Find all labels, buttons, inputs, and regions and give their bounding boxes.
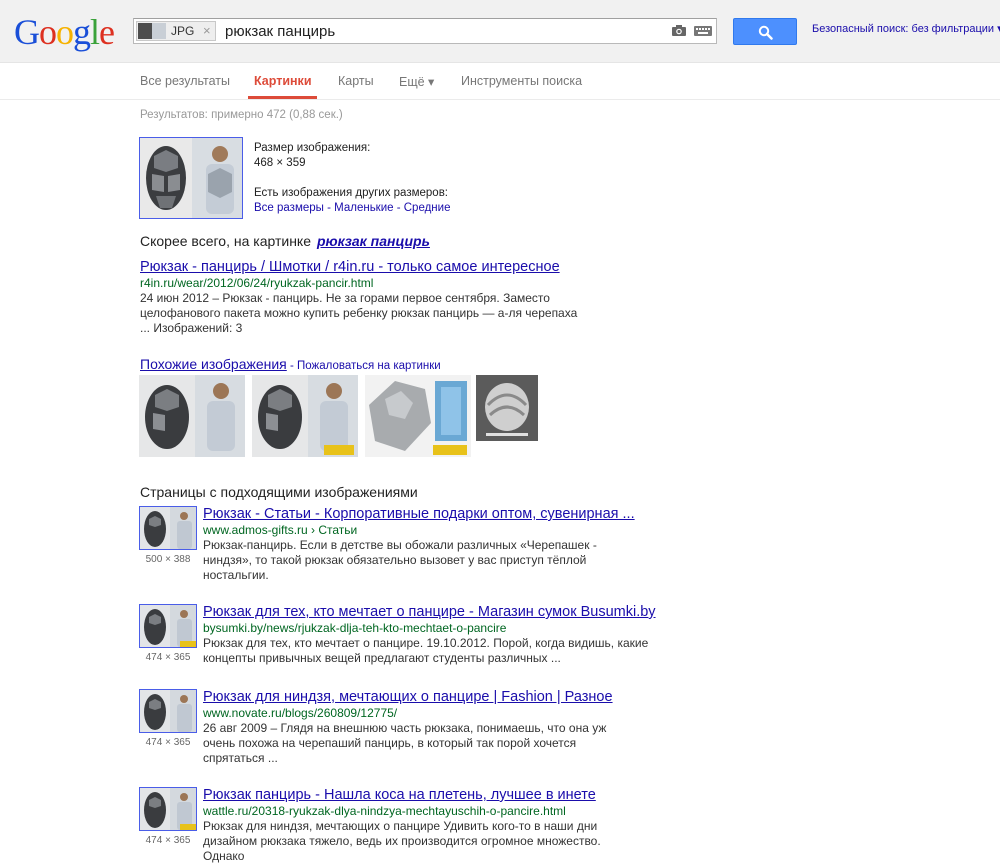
thumbnail-dimensions: 474 × 365 bbox=[145, 652, 191, 663]
safe-search-dropdown[interactable]: Безопасный поиск: без фильтрации ▾ bbox=[812, 22, 1000, 35]
page-result-thumbnail[interactable] bbox=[139, 787, 197, 831]
page-result-title[interactable]: Рюкзак для тех, кто мечтает о панцире - … bbox=[203, 604, 663, 620]
logo-letter: l bbox=[90, 12, 100, 52]
image-info: Размер изображения: 468 × 359 Есть изобр… bbox=[254, 141, 450, 216]
best-guess-label: Скорее всего, на картинке bbox=[140, 233, 311, 249]
logo-letter: o bbox=[39, 12, 57, 52]
similar-images-link[interactable]: Похожие изображения bbox=[140, 356, 287, 372]
report-images-link[interactable]: Пожаловаться на картинки bbox=[297, 360, 441, 372]
size-links[interactable]: Все размеры - Маленькие - Средние bbox=[254, 201, 450, 216]
query-image-thumbnail bbox=[138, 23, 166, 39]
result-snippet: целофанового пакета можно купить ребенку… bbox=[140, 306, 578, 320]
chip-close-icon[interactable]: × bbox=[203, 23, 211, 38]
result-url: r4in.ru/wear/2012/06/24/ryukzak-pancir.h… bbox=[140, 276, 374, 290]
best-guess: Скорее всего, на картинке рюкзак панцирь bbox=[140, 233, 430, 249]
keyboard-icon[interactable] bbox=[694, 26, 712, 36]
tab-more[interactable]: Ещё ▾ bbox=[399, 74, 434, 89]
search-result: Рюкзак - панцирь / Шмотки / r4in.ru - то… bbox=[140, 259, 610, 336]
image-size-value: 468 × 359 bbox=[254, 157, 306, 169]
search-input[interactable]: рюкзак панцирь bbox=[225, 23, 335, 40]
search-tabs: Все результаты Картинки Карты Ещё ▾ Инст… bbox=[0, 62, 1000, 100]
search-icon bbox=[758, 25, 773, 40]
page-result-snippet: спрятаться ... bbox=[203, 751, 278, 765]
similar-image[interactable] bbox=[476, 375, 538, 441]
page-result-title[interactable]: Рюкзак панцирь - Нашла коса на плетень, … bbox=[203, 787, 663, 803]
logo-letter: e bbox=[99, 12, 115, 52]
header-bar: Google JPG × рюкзак панцирь Безопасный п… bbox=[0, 0, 1000, 63]
result-snippet: ... Изображений: 3 bbox=[140, 321, 243, 335]
page-result-snippet: ниндзя», то такой рюкзак обязательно выз… bbox=[203, 553, 587, 567]
page-result-snippet: Рюкзак для ниндзя, мечтающих о панцире У… bbox=[203, 819, 598, 833]
best-guess-link[interactable]: рюкзак панцирь bbox=[317, 233, 430, 249]
page-result-snippet: Рюкзак-панцирь. Если в детстве вы обожал… bbox=[203, 538, 597, 552]
other-sizes-label: Есть изображения других размеров: bbox=[254, 187, 448, 199]
google-logo[interactable]: Google bbox=[14, 12, 115, 52]
page-result-snippet: очень похожа на черепаший панцирь, в кот… bbox=[203, 736, 577, 750]
page-result-snippet: ностальгии. bbox=[203, 568, 269, 582]
tab-search-tools[interactable]: Инструменты поиска bbox=[461, 74, 582, 88]
page-result-url: bysumki.by/news/rjukzak-dlja-teh-kto-mec… bbox=[203, 621, 507, 635]
tab-images[interactable]: Картинки bbox=[254, 74, 312, 88]
search-box[interactable]: JPG × рюкзак панцирь bbox=[133, 18, 717, 44]
result-title[interactable]: Рюкзак - панцирь / Шмотки / r4in.ru - то… bbox=[140, 259, 610, 275]
separator: - bbox=[286, 360, 298, 372]
tab-all-results[interactable]: Все результаты bbox=[140, 74, 230, 88]
image-query-chip[interactable]: JPG × bbox=[136, 21, 216, 41]
similar-image[interactable] bbox=[252, 375, 358, 457]
query-image[interactable] bbox=[139, 137, 243, 219]
thumbnail-dimensions: 474 × 365 bbox=[145, 737, 191, 748]
result-stats: Результатов: примерно 472 (0,88 сек.) bbox=[140, 109, 343, 121]
result-snippet: 24 июн 2012 – Рюкзак - панцирь. Не за го… bbox=[140, 291, 550, 305]
logo-letter: g bbox=[73, 12, 91, 52]
thumbnail-dimensions: 500 × 388 bbox=[145, 554, 191, 565]
page-result-snippet: дизайном рюкзака тяжело, ведь их произво… bbox=[203, 834, 601, 848]
page-result-url: wattle.ru/20318-ryukzak-dlya-nindzya-mec… bbox=[203, 804, 566, 818]
chip-label: JPG bbox=[171, 24, 195, 38]
camera-icon[interactable] bbox=[672, 25, 686, 36]
similar-images-header: Похожие изображения - Пожаловаться на ка… bbox=[140, 356, 441, 372]
similar-image[interactable] bbox=[365, 375, 471, 457]
pages-heading: Страницы с подходящими изображениями bbox=[140, 484, 418, 500]
tab-maps[interactable]: Карты bbox=[338, 74, 374, 88]
active-tab-indicator bbox=[248, 96, 317, 99]
logo-letter: G bbox=[14, 12, 40, 52]
page-result-snippet: Однако bbox=[203, 849, 245, 863]
page-result-thumbnail[interactable] bbox=[139, 506, 197, 550]
page-result-title[interactable]: Рюкзак - Статьи - Корпоративные подарки … bbox=[203, 506, 663, 522]
search-button[interactable] bbox=[733, 18, 797, 45]
page-result-url: www.admos-gifts.ru › Статьи bbox=[203, 523, 358, 537]
page-result-thumbnail[interactable] bbox=[139, 604, 197, 648]
page-result-snippet: 26 авг 2009 – Глядя на внешнюю часть рюк… bbox=[203, 721, 607, 735]
page-result-thumbnail[interactable] bbox=[139, 689, 197, 733]
page-result-url: www.novate.ru/blogs/260809/12775/ bbox=[203, 706, 398, 720]
page-result-snippet: Рюкзак для тех, кто мечтает о панцире. 1… bbox=[203, 636, 649, 650]
similar-image[interactable] bbox=[139, 375, 245, 457]
logo-letter: o bbox=[56, 12, 74, 52]
page-result-title[interactable]: Рюкзак для ниндзя, мечтающих о панцире |… bbox=[203, 689, 663, 705]
page-result-snippet: концепты привычных вещей предлагают студ… bbox=[203, 651, 561, 665]
image-size-label: Размер изображения: bbox=[254, 142, 371, 154]
thumbnail-dimensions: 474 × 365 bbox=[145, 835, 191, 846]
